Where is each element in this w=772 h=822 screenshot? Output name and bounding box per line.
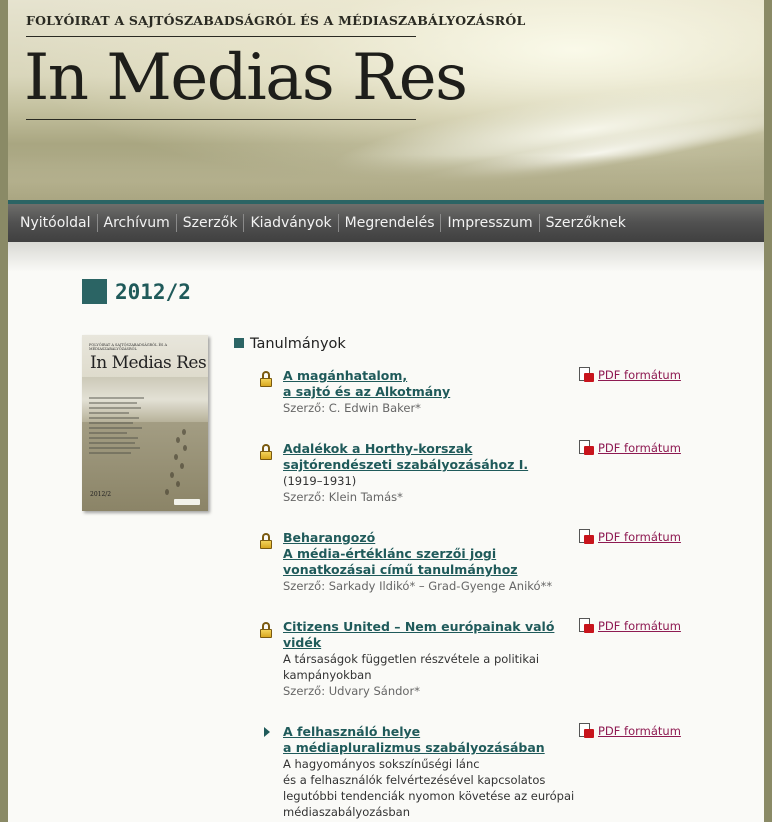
cover-tagline: FOLYÓIRAT A SAJTÓSZABADSÁGRÓL ÉS A MÉDIA… [89, 343, 168, 351]
pdf-link[interactable]: PDF formátum [579, 367, 681, 383]
main-nav: Nyitóoldal Archívum Szerzők Kiadványok M… [8, 200, 764, 242]
article-subtitle: (1919–1931) [283, 474, 357, 488]
issue-marker [82, 279, 107, 304]
pdf-icon [579, 367, 594, 383]
pdf-icon [579, 723, 594, 739]
pdf-icon [579, 529, 594, 545]
article-subtitle: A társaságok független részvétele a poli… [283, 652, 540, 682]
pdf-link[interactable]: PDF formátum [579, 529, 681, 545]
header-rule [26, 119, 416, 120]
publisher-logo [174, 499, 200, 505]
nav-item-for-authors[interactable]: Szerzőknek [540, 214, 632, 232]
lock-icon [259, 371, 273, 387]
lock-icon [259, 533, 273, 549]
pdf-link[interactable]: PDF formátum [579, 723, 681, 739]
site-title[interactable]: In Medias Res [24, 38, 468, 118]
nav-item-impressum[interactable]: Impresszum [441, 214, 540, 232]
issue-cover-image[interactable]: FOLYÓIRAT A SAJTÓSZABADSÁGRÓL ÉS A MÉDIA… [82, 335, 208, 511]
header-sand [8, 155, 764, 200]
article-subtitle: A hagyományos sokszínűségi lánc és a fel… [283, 757, 575, 819]
pdf-link[interactable]: PDF formátum [579, 440, 681, 456]
section-title: Tanulmányok [250, 336, 346, 352]
article-title[interactable]: A felhasználó helye a médiapluralizmus s… [283, 724, 545, 756]
article-author: Szerző: Udvary Sándor* [283, 684, 420, 698]
nav-item-home[interactable]: Nyitóoldal [14, 214, 98, 232]
article-title[interactable]: A magánhatalom, a sajtó és az Alkotmány [283, 368, 450, 400]
page: FOLYÓIRAT A SAJTÓSZABADSÁGRÓL ÉS A MÉDIA… [8, 0, 764, 822]
cover-footprints [152, 427, 202, 497]
pdf-icon [579, 440, 594, 456]
header-rule [26, 36, 416, 37]
nav-item-order[interactable]: Megrendelés [339, 214, 442, 232]
cover-issue: 2012/2 [90, 491, 112, 498]
nav-shadow [8, 242, 764, 272]
article-title[interactable]: Beharangozó A média-értéklánc szerzői jo… [283, 530, 518, 578]
pdf-icon [579, 618, 594, 634]
article-author: Szerző: Sarkady Ildikó* – Grad-Gyenge An… [283, 579, 553, 593]
nav-item-publications[interactable]: Kiadványok [244, 214, 339, 232]
article-title[interactable]: Adalékok a Horthy-korszak sajtórendészet… [283, 441, 528, 473]
cover-contents [89, 397, 149, 457]
site-header: FOLYÓIRAT A SAJTÓSZABADSÁGRÓL ÉS A MÉDIA… [8, 0, 764, 200]
arrow-right-icon [264, 727, 270, 737]
issue-title: 2012/2 [115, 280, 191, 304]
article-title[interactable]: Citizens United – Nem európainak való vi… [283, 619, 554, 651]
article-author: Szerző: C. Edwin Baker* [283, 401, 421, 415]
nav-item-authors[interactable]: Szerzők [177, 214, 245, 232]
cover-title: In Medias Res [90, 353, 207, 373]
pdf-link[interactable]: PDF formátum [579, 618, 681, 634]
nav-item-archive[interactable]: Archívum [98, 214, 177, 232]
lock-icon [259, 444, 273, 460]
site-tagline: FOLYÓIRAT A SAJTÓSZABADSÁGRÓL ÉS A MÉDIA… [26, 13, 526, 28]
article-author: Szerző: Klein Tamás* [283, 490, 403, 504]
section-marker [234, 338, 244, 348]
lock-icon [259, 622, 273, 638]
